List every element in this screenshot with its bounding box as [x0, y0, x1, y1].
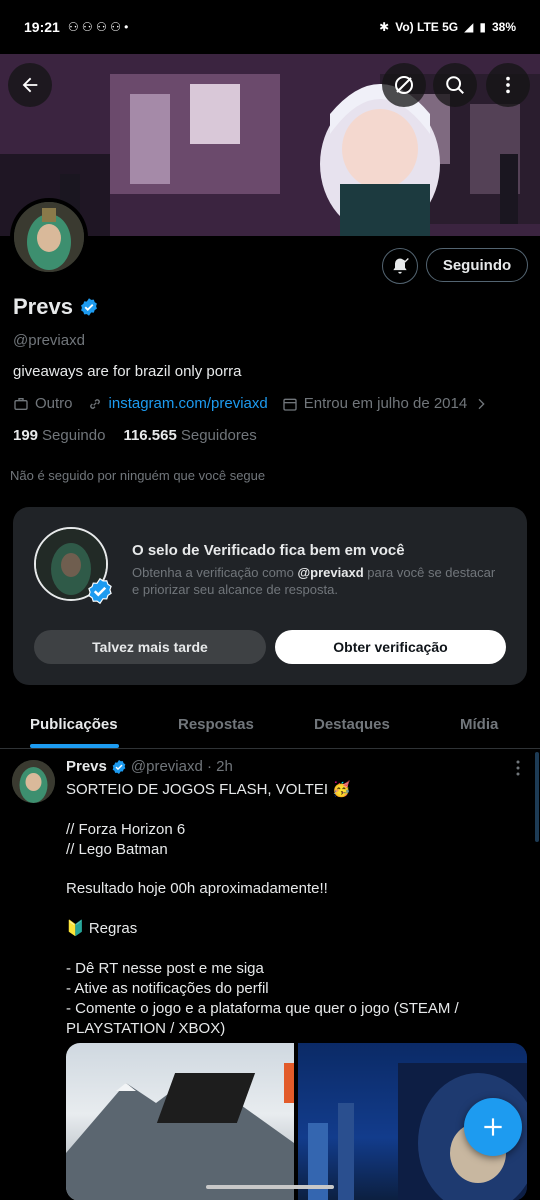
- link-icon: [89, 398, 100, 409]
- maybe-later-button[interactable]: Talvez mais tarde: [34, 630, 266, 664]
- verified-badge-icon: [112, 759, 126, 774]
- battery-percent: 38%: [491, 20, 516, 34]
- arrow-left-icon: [22, 77, 38, 93]
- followers-stat[interactable]: 116.565 Seguidores: [123, 427, 256, 444]
- post-more-icon[interactable]: [512, 760, 524, 776]
- post-line: SORTEIO DE JOGOS FLASH, VOLTEI 🥳: [66, 781, 351, 798]
- avatar-image: [14, 202, 84, 272]
- post-line: - Dê RT nesse post e me siga: [66, 960, 264, 978]
- profile-bio: giveaways are for brazil only porra: [13, 363, 242, 380]
- verification-card: O selo de Verificado fica bem em você Ob…: [13, 507, 527, 685]
- post-line: [66, 860, 506, 880]
- back-button[interactable]: [8, 63, 52, 107]
- post-line: // Lego Batman: [66, 840, 168, 858]
- tab-highlights[interactable]: Destaques: [314, 716, 390, 733]
- post-line: [66, 899, 506, 919]
- profile-meta: Outro instagram.com/previaxd Entrou em j…: [13, 395, 489, 412]
- verified-badge-icon[interactable]: [79, 297, 99, 317]
- calendar-icon: [283, 398, 297, 411]
- verified-badge-icon: [88, 577, 112, 605]
- notifications-button[interactable]: [382, 248, 418, 284]
- tab-media[interactable]: Mídia: [460, 716, 498, 733]
- briefcase-icon: [14, 397, 28, 410]
- search-button[interactable]: [433, 63, 477, 107]
- profile-joined: Entrou em julho de 2014: [303, 395, 468, 412]
- verify-card-title: O selo de Verificado fica bem em você: [132, 542, 405, 559]
- scrollbar[interactable]: [535, 752, 539, 842]
- signal-icon: ◢: [464, 20, 474, 34]
- following-stat[interactable]: 199 Seguindo: [13, 427, 105, 444]
- tab-replies[interactable]: Respostas: [178, 716, 254, 733]
- post-line: [66, 800, 506, 820]
- status-bar: 19:21 ⚇ ⚇ ⚇ ⚇ • ✱ Vo) LTE 5G ◢ ▮ 38%: [0, 0, 540, 54]
- post-avatar[interactable]: [12, 760, 55, 803]
- tab-posts[interactable]: Publicações: [30, 716, 118, 733]
- post-handle-time: @previaxd · 2h: [130, 758, 233, 775]
- more-button[interactable]: [486, 63, 530, 107]
- bell-check-icon: [393, 258, 409, 274]
- post-line: Resultado hoje 00h aproximadamente!!: [66, 880, 328, 898]
- profile-link[interactable]: instagram.com/previaxd: [109, 395, 268, 412]
- more-vertical-icon: [506, 76, 510, 94]
- not-followed-notice: Não é seguido por ninguém que você segue: [10, 468, 266, 483]
- network-label: Vo) LTE 5G: [395, 20, 459, 34]
- hide-button[interactable]: [382, 63, 426, 107]
- media-image-forza[interactable]: [66, 1043, 294, 1200]
- post-line: 🔰 Regras: [66, 920, 138, 938]
- status-right: ✱ Vo) LTE 5G ◢ ▮ 38%: [379, 20, 516, 34]
- post-header: Prevs @previaxd · 2h: [66, 758, 233, 775]
- post-line: // Forza Horizon 6: [66, 820, 186, 838]
- profile-name: Prevs: [13, 294, 73, 319]
- notification-icons: ⚇ ⚇ ⚇ ⚇ •: [67, 20, 129, 34]
- verify-card-description: Obtenha a verificação como @previaxd par…: [132, 565, 496, 597]
- post-line: [66, 939, 506, 959]
- search-icon: [446, 76, 464, 94]
- following-button[interactable]: Seguindo: [426, 248, 528, 282]
- eye-slash-icon: [395, 76, 413, 94]
- plus-icon: [484, 1118, 502, 1136]
- profile-category: Outro: [35, 395, 73, 412]
- compose-button[interactable]: [464, 1098, 522, 1156]
- battery-icon: ▮: [479, 20, 486, 34]
- home-indicator[interactable]: [206, 1185, 334, 1189]
- post-line: - Ative as notificações do perfil: [66, 979, 269, 997]
- chevron-right-icon[interactable]: [473, 396, 489, 412]
- profile-tabs: Publicações Respostas Destaques Mídia: [0, 700, 540, 749]
- bluetooth-icon: ✱: [379, 20, 390, 34]
- profile-stats: 199 Seguindo 116.565 Seguidores: [13, 427, 257, 444]
- status-time: 19:21: [24, 19, 60, 35]
- post-text: SORTEIO DE JOGOS FLASH, VOLTEI 🥳 // Forz…: [66, 780, 506, 1039]
- active-tab-indicator: [30, 744, 119, 748]
- get-verified-button[interactable]: Obter verificação: [275, 630, 506, 664]
- profile-avatar[interactable]: [10, 198, 88, 276]
- post-line: PLAYSTATION / XBOX): [66, 1019, 226, 1037]
- post-line: - Comente o jogo e a plataforma que quer…: [66, 999, 459, 1017]
- post-author-name[interactable]: Prevs: [66, 758, 107, 775]
- profile-handle: @previaxd: [13, 332, 85, 349]
- profile-name-row: Prevs: [13, 294, 99, 320]
- post-media: [66, 1043, 527, 1200]
